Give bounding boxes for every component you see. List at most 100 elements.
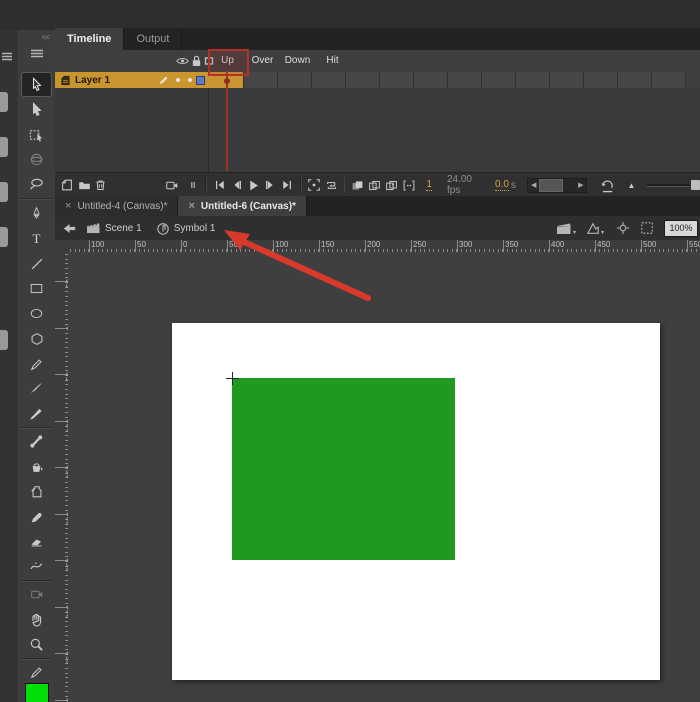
clipped-panel-button[interactable]	[0, 137, 8, 157]
scroll-left-icon[interactable]: ◀	[528, 181, 539, 189]
text-tool[interactable]: T	[22, 227, 51, 250]
frame-cell[interactable]	[414, 72, 448, 88]
clipped-panel-button[interactable]	[0, 182, 8, 202]
timeline-zoom-slider[interactable]	[647, 176, 700, 194]
frame-cell[interactable]	[312, 72, 346, 88]
close-icon[interactable]	[65, 201, 71, 211]
go-to-first-frame-button[interactable]	[211, 176, 228, 194]
bone-tool[interactable]	[22, 430, 51, 453]
lock-icon[interactable]	[189, 53, 203, 69]
onion-skin-outlines-button[interactable]	[366, 176, 383, 194]
frame-cell[interactable]	[584, 72, 618, 88]
new-folder-button[interactable]	[76, 176, 93, 194]
frame-cell[interactable]	[244, 72, 278, 88]
fill-color-swatch[interactable]	[25, 683, 49, 702]
loop-playback-button[interactable]	[323, 176, 340, 194]
panel-menu-icon[interactable]	[0, 52, 14, 61]
clipped-panel-button[interactable]	[0, 330, 8, 350]
edit-scene-icon[interactable]	[556, 222, 572, 235]
step-back-button[interactable]	[228, 176, 245, 194]
clipped-panel-button[interactable]	[0, 92, 8, 112]
playhead-line[interactable]	[226, 71, 228, 171]
eyedropper-tool[interactable]	[22, 505, 51, 528]
play-button[interactable]	[245, 176, 262, 194]
doc-tab-untitled-6[interactable]: Untitled-6 (Canvas)*	[178, 196, 306, 216]
center-frame-icon[interactable]	[616, 221, 630, 235]
visibility-icon[interactable]	[175, 53, 189, 69]
line-tool[interactable]	[22, 252, 51, 275]
polystar-tool[interactable]	[22, 327, 51, 350]
timeline-horizontal-scrollbar[interactable]: ◀▶	[527, 178, 587, 193]
symbol-green-rectangle[interactable]	[232, 378, 455, 560]
pasteboard[interactable]	[68, 252, 700, 702]
frames-area[interactable]	[208, 88, 700, 172]
scroll-right-icon[interactable]: ▶	[575, 181, 586, 189]
edit-symbol-icon[interactable]	[586, 222, 600, 235]
layer-row[interactable]: Layer 1	[55, 72, 210, 88]
collapse-timeline-button[interactable]: ▲	[623, 176, 640, 194]
zoom-level-input[interactable]: 100%	[664, 220, 698, 237]
frame-cell[interactable]	[618, 72, 652, 88]
free-transform-tool[interactable]	[22, 123, 51, 146]
eraser-tool[interactable]	[22, 530, 51, 553]
panel-splitter[interactable]	[185, 176, 202, 194]
frame-cell[interactable]	[448, 72, 482, 88]
frame-cell[interactable]	[278, 72, 312, 88]
frame-cell[interactable]	[380, 72, 414, 88]
stage[interactable]	[172, 323, 660, 680]
breadcrumb-symbol[interactable]: Symbol 1	[174, 223, 216, 234]
brush-tool[interactable]	[22, 402, 51, 425]
close-icon[interactable]	[188, 201, 194, 211]
outline-color-square[interactable]	[196, 76, 205, 85]
modify-markers-button[interactable]	[400, 176, 417, 194]
back-arrow-icon[interactable]	[63, 223, 76, 234]
frame-grid-row[interactable]	[210, 72, 700, 88]
current-frame-indicator[interactable]: 1	[426, 179, 432, 191]
stroke-color-control[interactable]	[22, 660, 51, 683]
undo-button[interactable]	[599, 176, 616, 194]
edit-multiple-frames-button[interactable]	[383, 176, 400, 194]
selection-tool[interactable]	[22, 73, 51, 96]
paint-bucket-tool[interactable]	[22, 455, 51, 478]
subselection-tool[interactable]	[22, 98, 51, 121]
breadcrumb-scene[interactable]: Scene 1	[105, 223, 142, 234]
collapse-to-icons-button[interactable]: <<	[18, 30, 55, 42]
layer-name[interactable]: Layer 1	[75, 75, 158, 86]
tab-timeline[interactable]: Timeline	[55, 28, 124, 50]
clipped-panel-button[interactable]	[0, 227, 8, 247]
ruler-major-tick	[595, 240, 596, 252]
toolbar-divider	[21, 427, 52, 429]
frame-cell[interactable]	[516, 72, 550, 88]
tab-output[interactable]: Output	[124, 28, 182, 50]
rectangle-tool[interactable]	[22, 277, 51, 300]
lasso-tool[interactable]	[22, 173, 51, 196]
pen-tool[interactable]	[22, 202, 51, 225]
frame-cell[interactable]	[550, 72, 584, 88]
zoom-tool[interactable]	[22, 633, 51, 656]
elapsed-time-value[interactable]: 0.0	[495, 179, 509, 191]
clip-content-icon[interactable]	[640, 221, 654, 235]
delete-layer-button[interactable]	[93, 176, 110, 194]
show-hide-dot[interactable]	[176, 78, 180, 82]
lock-dot[interactable]	[188, 78, 192, 82]
fill-color-swatch[interactable]	[22, 683, 51, 702]
oval-tool[interactable]	[22, 302, 51, 325]
tools-panel-menu-icon[interactable]	[27, 46, 47, 60]
center-frame-button[interactable]	[306, 176, 323, 194]
paint-brush-tool[interactable]	[22, 377, 51, 400]
pencil-tool[interactable]	[22, 352, 51, 375]
new-layer-button[interactable]	[59, 176, 76, 194]
hand-tool[interactable]	[22, 608, 51, 631]
ink-bottle-tool[interactable]	[22, 480, 51, 503]
onion-skin-button[interactable]	[349, 176, 366, 194]
slider-thumb[interactable]	[690, 179, 700, 191]
go-to-last-frame-button[interactable]	[279, 176, 296, 194]
frame-cell[interactable]	[346, 72, 380, 88]
frame-rate-indicator[interactable]: 24.00 fps	[447, 174, 486, 196]
scrollbar-thumb[interactable]	[539, 179, 563, 192]
step-forward-button[interactable]	[262, 176, 279, 194]
frame-cell[interactable]	[482, 72, 516, 88]
frame-cell[interactable]	[652, 72, 686, 88]
width-tool[interactable]	[22, 555, 51, 578]
doc-tab-untitled-4[interactable]: Untitled-4 (Canvas)*	[55, 196, 178, 216]
